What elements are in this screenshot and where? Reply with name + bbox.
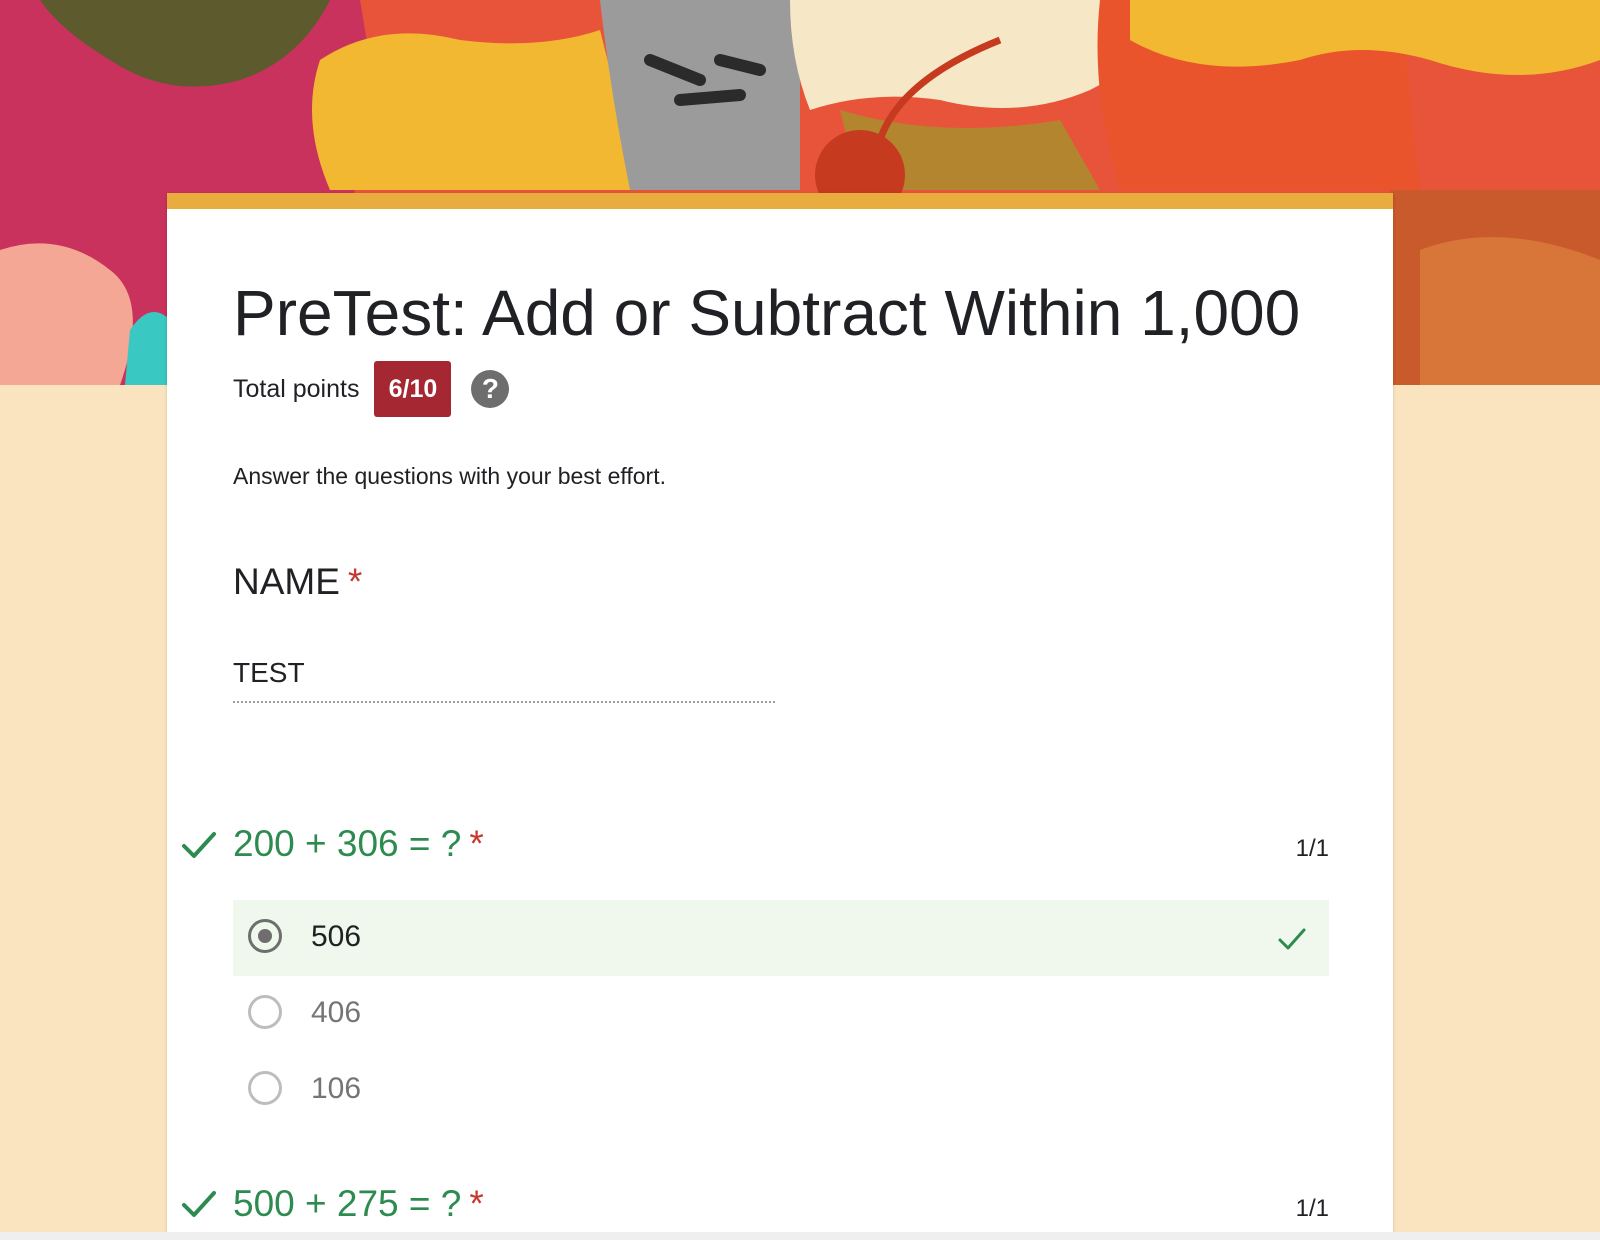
question-1-label: 200 + 306 = ? [233, 823, 462, 864]
question-name-label: NAME [233, 561, 340, 602]
name-answer-value: TEST [233, 657, 305, 688]
help-icon[interactable]: ? [471, 370, 510, 408]
question-2-label: 500 + 275 = ? [233, 1183, 462, 1224]
radio-button[interactable] [248, 1071, 282, 1105]
required-mark: * [347, 561, 363, 602]
name-answer-field[interactable]: TEST [233, 655, 775, 703]
question-1-option-3[interactable]: 106 [233, 1052, 1329, 1128]
option-label: 506 [311, 920, 362, 953]
option-label: 406 [311, 996, 362, 1029]
form-description: Answer the questions with your best effo… [233, 463, 666, 489]
radio-button-selected[interactable] [248, 919, 282, 953]
form-card: PreTest: Add or Subtract Within 1,000 To… [167, 193, 1393, 1240]
question-1-title: 200 + 306 = ? * [233, 823, 484, 865]
question-name-title: NAME * [233, 561, 362, 603]
total-points-row: Total points 6/10 ? [233, 361, 510, 417]
correct-check-icon [182, 832, 216, 858]
required-mark: * [469, 823, 484, 864]
correct-check-icon [182, 1191, 216, 1217]
score-badge: 6/10 [374, 361, 452, 417]
radio-dot [258, 929, 272, 943]
option-label: 106 [311, 1072, 362, 1105]
total-points-label: Total points [233, 374, 360, 403]
question-1-option-2[interactable]: 406 [233, 976, 1329, 1052]
question-1-score: 1/1 [1295, 835, 1329, 862]
question-2-title: 500 + 275 = ? * [233, 1183, 484, 1225]
required-mark: * [469, 1183, 484, 1224]
window-bottom-edge [0, 1232, 1600, 1240]
form-title: PreTest: Add or Subtract Within 1,000 [233, 277, 1301, 349]
correct-answer-check-icon [1278, 928, 1306, 950]
radio-button[interactable] [248, 995, 282, 1029]
question-1-option-1[interactable]: 506 [233, 900, 1329, 976]
question-2-score: 1/1 [1295, 1195, 1329, 1222]
theme-accent-bar [167, 193, 1393, 209]
